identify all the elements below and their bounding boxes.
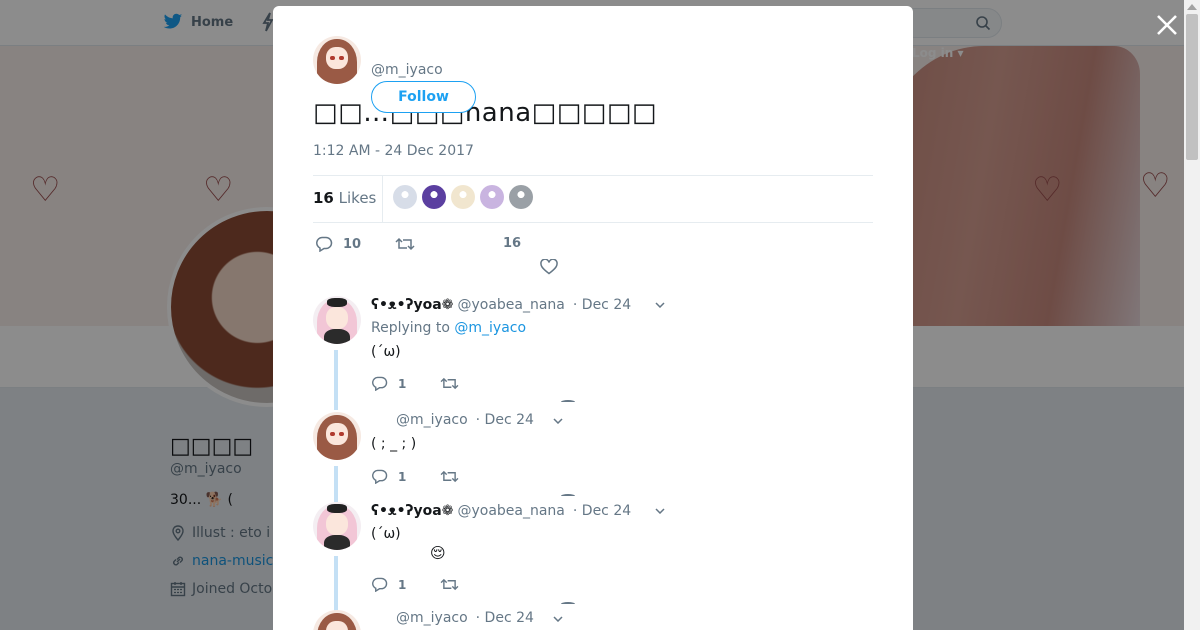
likers-list [393,185,533,209]
chevron-down-icon[interactable] [655,508,665,514]
reply-date[interactable]: · Dec 24 [573,503,631,519]
relieved-face-emoji: 😌 [430,544,446,562]
chevron-down-icon[interactable] [655,302,665,308]
heart-icon[interactable] [540,259,558,275]
reply-avatar[interactable] [313,296,361,344]
heart-icon-peek [561,494,575,498]
reply-tweet[interactable]: ʕ•ᴥ•ʔyoa❁ @yoabea_nana · Dec 24 Replying… [313,296,873,410]
chevron-down-icon[interactable] [553,616,563,622]
liker-avatar[interactable] [422,185,446,209]
retweet-icon[interactable] [440,376,459,391]
reply-count: 1 [398,577,407,592]
reply-text: ( ; _ ; ) [371,436,417,452]
reply-header: @m_iyaco · Dec 24 [392,412,534,428]
retweet-icon[interactable] [440,577,459,592]
reply-count: 1 [398,376,407,391]
retweet-icon[interactable] [440,469,459,484]
scrollbar-thumb[interactable] [1186,14,1198,160]
chevron-down-icon[interactable] [553,418,563,424]
replying-to: Replying to @m_iyaco [371,320,527,336]
reply-avatar[interactable] [313,412,361,460]
page-scrollbar[interactable] [1184,0,1200,630]
reply-count: 10 [343,236,362,252]
reply-icon [372,376,388,391]
reply-tweet[interactable]: ʕ•ᴥ•ʔyoa❁ @yoabea_nana · Dec 24 (´ω) 😌 1 [313,502,873,612]
retweet-icon [395,237,415,251]
reply-date[interactable]: · Dec 24 [476,412,534,428]
reply-author-handle[interactable]: @m_iyaco [396,412,468,428]
reply-author-handle[interactable]: @yoabea_nana [457,503,564,519]
retweet-action[interactable] [395,236,415,252]
follow-button[interactable]: Follow [371,81,476,113]
reply-action[interactable]: 10 [315,236,361,252]
reply-date[interactable]: · Dec 24 [573,297,631,313]
thread-line [334,466,338,502]
reply-tweet[interactable]: @m_iyaco · Dec 24 [313,610,873,630]
tweet-actions: 10 16 [313,234,613,282]
reply-author-handle[interactable]: @yoabea_nana [457,297,564,313]
likes-label: Likes [338,189,377,207]
heart-icon-peek [561,602,575,606]
reply-count: 1 [398,469,407,484]
reply-header: ʕ•ᴥ•ʔyoa❁ @yoabea_nana · Dec 24 [371,296,631,314]
reply-tweet[interactable]: @m_iyaco · Dec 24 ( ; _ ; ) 1 [313,412,873,502]
liker-avatar[interactable] [480,185,504,209]
author-avatar[interactable] [313,36,361,84]
reply-icon [372,469,388,484]
reply-header: @m_iyaco · Dec 24 [392,610,534,626]
reply-avatar[interactable] [313,610,361,630]
tweet-timestamp[interactable]: 1:12 AM - 24 Dec 2017 [313,143,474,159]
reply-header: ʕ•ᴥ•ʔyoa❁ @yoabea_nana · Dec 24 [371,502,631,520]
likes-count: 16 [313,189,334,207]
reply-text: (´ω) [371,526,401,542]
scroll-up-arrow[interactable] [1187,4,1197,10]
thread-line [334,350,338,410]
tweet-text: □□…□□□nana□□□□□ [313,98,657,128]
reply-action[interactable]: 1 [371,376,406,391]
liker-avatar[interactable] [451,185,475,209]
liker-avatar[interactable] [509,185,533,209]
tweet-modal: @m_iyaco □□…□□□nana□□□□□ Follow 1:12 AM … [273,6,913,630]
reply-avatar[interactable] [313,502,361,550]
thread-line [334,556,338,612]
reply-actions: 1 [371,376,459,391]
reply-author-name[interactable]: ʕ•ᴥ•ʔyoa❁ [371,502,453,519]
reply-actions: 1 [371,577,459,592]
likes-count-link[interactable]: 16 Likes [313,189,376,207]
reply-icon [316,236,333,252]
reply-text: (´ω) [371,344,401,360]
reply-actions: 1 [371,469,459,484]
reply-author-handle[interactable]: @m_iyaco [396,610,468,626]
liker-avatar[interactable] [393,185,417,209]
close-icon[interactable] [1154,12,1180,38]
stats-divider [382,176,383,222]
like-count: 16 [503,236,522,251]
reply-date[interactable]: · Dec 24 [476,610,534,626]
reply-icon [372,577,388,592]
heart-icon-peek [561,400,575,404]
replying-to-handle[interactable]: @m_iyaco [454,320,526,336]
reply-action[interactable]: 1 [371,469,406,484]
reply-action[interactable]: 1 [371,577,406,592]
author-handle[interactable]: @m_iyaco [371,62,443,78]
reply-author-name[interactable]: ʕ•ᴥ•ʔyoa❁ [371,296,453,313]
tweet-stats: 16 Likes [313,175,873,223]
